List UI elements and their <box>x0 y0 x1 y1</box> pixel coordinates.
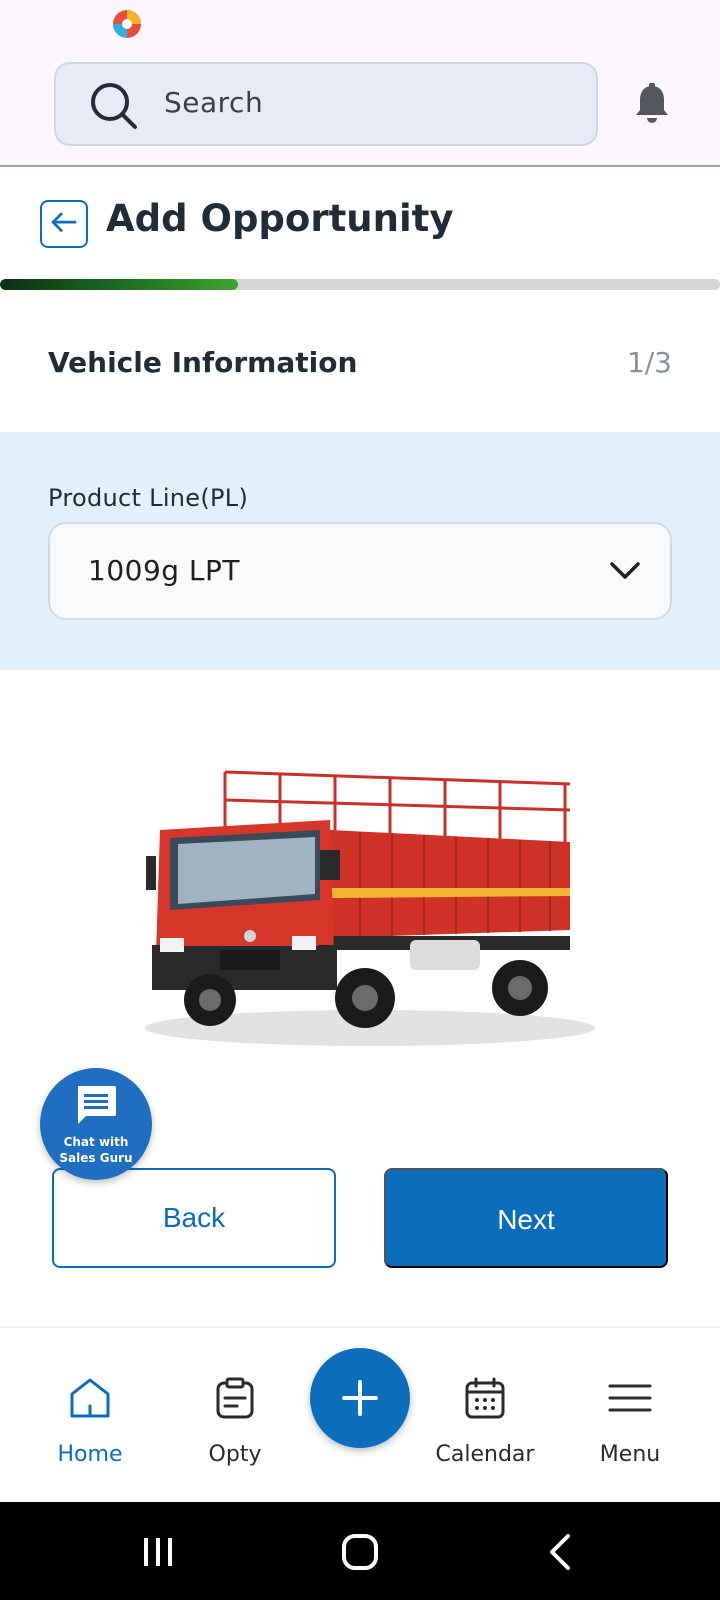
nav-item-calendar[interactable]: Calendar <box>420 1328 550 1504</box>
system-nav-bar <box>0 1502 720 1600</box>
add-button[interactable] <box>310 1348 410 1448</box>
arrow-left-icon <box>51 212 77 232</box>
nav-item-home[interactable]: Home <box>25 1328 155 1504</box>
truck-image <box>145 770 595 1046</box>
search-input[interactable]: Search <box>54 62 598 146</box>
home-system-icon[interactable] <box>340 1532 380 1572</box>
product-line-select[interactable]: 1009g LPT <box>48 522 672 620</box>
nav-label-calendar: Calendar <box>435 1442 535 1467</box>
search-icon <box>91 83 137 129</box>
nav-item-opty[interactable]: Opty <box>170 1328 300 1504</box>
product-line-label: Product Line(PL) <box>48 484 249 512</box>
top-header: Search <box>0 48 720 167</box>
app-logo-icon <box>113 10 141 38</box>
section-title: Vehicle Information <box>48 346 358 379</box>
progress-bar <box>0 279 720 290</box>
search-placeholder: Search <box>164 86 264 119</box>
recent-apps-icon[interactable] <box>138 1532 178 1572</box>
next-button[interactable]: Next <box>384 1168 668 1268</box>
nav-label-menu: Menu <box>599 1442 661 1467</box>
section-step-counter: 1/3 <box>626 346 672 379</box>
hamburger-icon <box>608 1384 652 1412</box>
status-bar <box>0 0 720 48</box>
clipboard-icon <box>216 1377 254 1419</box>
chat-icon <box>78 1086 116 1124</box>
back-system-icon[interactable] <box>542 1532 582 1572</box>
nav-item-menu[interactable]: Menu <box>565 1328 695 1504</box>
chat-sales-guru-button[interactable]: Chat with Sales Guru <box>40 1068 152 1180</box>
calendar-icon <box>465 1377 505 1419</box>
progress-fill <box>0 279 238 290</box>
page-title: Add Opportunity <box>106 197 454 240</box>
chat-label-line1: Chat with <box>63 1135 129 1149</box>
plus-icon <box>342 1380 378 1416</box>
product-line-value: 1009g LPT <box>88 554 241 587</box>
nav-label-opty: Opty <box>208 1442 262 1467</box>
bell-icon[interactable] <box>632 82 672 126</box>
chevron-down-icon <box>610 562 640 579</box>
home-icon <box>70 1378 110 1418</box>
back-arrow-button[interactable] <box>40 200 88 248</box>
back-button[interactable]: Back <box>52 1168 336 1268</box>
chat-label-line2: Sales Guru <box>59 1151 133 1165</box>
product-line-panel: Product Line(PL) 1009g LPT <box>0 432 720 670</box>
nav-label-home: Home <box>57 1442 123 1467</box>
page-header: Add Opportunity <box>0 167 720 277</box>
